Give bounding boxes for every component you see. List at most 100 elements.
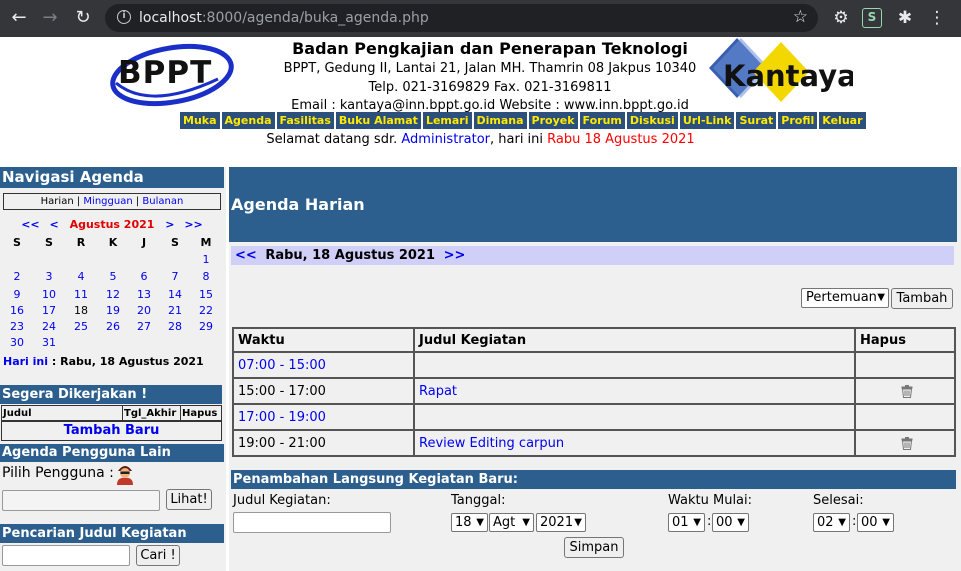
calendar-day[interactable]: 20 (128, 303, 160, 319)
calendar-day-link[interactable]: 19 (106, 304, 120, 317)
calendar-day[interactable]: 10 (33, 287, 65, 303)
bookmark-star-icon[interactable]: ☆ (793, 7, 808, 27)
forward-arrow-icon[interactable]: → (38, 6, 62, 30)
menu-item-profil[interactable]: Profil (778, 112, 818, 129)
trash-icon[interactable] (860, 436, 954, 450)
calendar-day[interactable]: 19 (97, 303, 129, 319)
search-button[interactable]: Cari ! (136, 545, 180, 566)
person-picker-icon[interactable] (115, 463, 135, 489)
calendar-day[interactable]: 17 (33, 303, 65, 319)
calendar-day-link[interactable]: 31 (42, 336, 56, 349)
menu-item-muka[interactable]: Muka (180, 112, 220, 129)
address-bar[interactable]: i localhost:8000/agenda/buka_agenda.php … (105, 4, 818, 32)
calendar-day-link[interactable]: 26 (106, 320, 120, 333)
calendar-day-link[interactable]: 20 (137, 304, 151, 317)
gear-extension-icon[interactable]: ⚙ (830, 7, 852, 29)
menu-item-dimana[interactable]: Dimana (473, 112, 527, 129)
next-day-link[interactable]: >> (444, 248, 466, 263)
search-title-input[interactable] (2, 545, 130, 566)
calendar-day-link[interactable]: 5 (110, 270, 117, 283)
menu-item-agenda[interactable]: Agenda (221, 112, 275, 129)
calendar-day[interactable]: 25 (65, 319, 97, 335)
start-hour-select[interactable]: 01 ▼ (668, 513, 705, 532)
menu-item-fasilitas[interactable]: Fasilitas (276, 112, 334, 129)
time-slot-link[interactable]: 07:00 - 15:00 (238, 358, 326, 373)
menu-item-lemari[interactable]: Lemari (422, 112, 472, 129)
prev-month-link[interactable]: < (50, 218, 59, 231)
calendar-day-link[interactable]: 10 (42, 288, 56, 301)
time-slot-link[interactable]: 17:00 - 19:00 (238, 410, 326, 425)
view-weekly-link[interactable]: Mingguan (83, 196, 132, 207)
calendar-day[interactable]: 5 (97, 269, 129, 285)
calendar-day-link[interactable]: 12 (106, 288, 120, 301)
next-month-link[interactable]: > (165, 218, 174, 231)
calendar-day-link[interactable]: 27 (137, 320, 151, 333)
menu-item-url-link[interactable]: Url-Link (679, 112, 735, 129)
calendar-day-link[interactable]: 29 (199, 320, 213, 333)
calendar-day[interactable]: 4 (65, 269, 97, 285)
calendar-day-link[interactable]: 9 (14, 288, 21, 301)
today-link[interactable]: Hari ini (3, 355, 48, 368)
calendar-day[interactable]: 13 (128, 287, 160, 303)
calendar-day[interactable]: 9 (1, 287, 33, 303)
row-time[interactable]: 07:00 - 15:00 (232, 351, 415, 379)
menu-item-forum[interactable]: Forum (579, 112, 625, 129)
menu-item-keluar[interactable]: Keluar (819, 112, 866, 129)
calendar-day-link[interactable]: 13 (137, 288, 151, 301)
kebab-menu-icon[interactable]: ⋮ (926, 7, 948, 29)
menu-item-diskusi[interactable]: Diskusi (626, 112, 678, 129)
reload-icon[interactable]: ↻ (71, 6, 95, 30)
year-select[interactable]: 2021 ▼ (536, 513, 586, 532)
next-year-link[interactable]: >> (184, 218, 202, 231)
calendar-day[interactable]: 27 (128, 319, 160, 335)
calendar-day-link[interactable]: 6 (141, 270, 148, 283)
url-text[interactable]: localhost:8000/agenda/buka_agenda.php (139, 9, 429, 27)
end-minute-select[interactable]: 00 ▼ (857, 513, 894, 532)
prev-year-link[interactable]: << (21, 218, 39, 231)
calendar-day-link[interactable]: 2 (14, 270, 21, 283)
activity-type-select[interactable]: Pertemuan ▼ (801, 288, 889, 308)
calendar-day[interactable]: 3 (33, 269, 65, 285)
calendar-day[interactable]: 24 (33, 319, 65, 335)
calendar-day-link[interactable]: 22 (199, 304, 213, 317)
calendar-day-link[interactable]: 17 (42, 304, 56, 317)
calendar-day-link[interactable]: 24 (42, 320, 56, 333)
calendar-day[interactable]: 22 (190, 303, 222, 319)
activity-title-input[interactable] (233, 512, 391, 533)
menu-item-proyek[interactable]: Proyek (528, 112, 578, 129)
day-select[interactable]: 18 ▼ (451, 513, 488, 532)
calendar-day[interactable]: 14 (159, 287, 191, 303)
welcome-user-link[interactable]: Administrator (401, 132, 490, 147)
calendar-day-link[interactable]: 28 (168, 320, 182, 333)
calendar-day[interactable]: 21 (159, 303, 191, 319)
end-hour-select[interactable]: 02 ▼ (813, 513, 850, 532)
calendar-day-link[interactable]: 25 (74, 320, 88, 333)
save-button[interactable]: Simpan (564, 537, 624, 558)
calendar-day-link[interactable]: 8 (203, 270, 210, 283)
add-button[interactable]: Tambah (891, 288, 953, 309)
calendar-day[interactable]: 11 (65, 287, 97, 303)
trash-icon[interactable] (860, 384, 954, 398)
month-select[interactable]: Agt ▼ (489, 513, 534, 532)
calendar-day[interactable]: 28 (159, 319, 191, 335)
calendar-day[interactable]: 7 (159, 269, 191, 285)
calendar-day-link[interactable]: 1 (203, 253, 210, 266)
calendar-day[interactable]: 8 (190, 269, 222, 285)
calendar-day-link[interactable]: 3 (46, 270, 53, 283)
menu-item-surat[interactable]: Surat (736, 112, 777, 129)
calendar-day[interactable]: 16 (1, 303, 33, 319)
back-arrow-icon[interactable]: ← (7, 6, 31, 30)
calendar-day[interactable]: 15 (190, 287, 222, 303)
view-user-button[interactable]: Lihat! (166, 489, 212, 510)
activity-link[interactable]: Rapat (419, 384, 457, 399)
add-new-link[interactable]: Tambah Baru (64, 423, 160, 438)
activity-link[interactable]: Review Editing carpun (419, 436, 564, 451)
calendar-day[interactable]: 26 (97, 319, 129, 335)
calendar-day[interactable]: 1 (190, 252, 222, 268)
info-icon[interactable]: i (117, 10, 131, 24)
row-time[interactable]: 17:00 - 19:00 (232, 403, 415, 431)
calendar-day-link[interactable]: 7 (172, 270, 179, 283)
calendar-day[interactable]: 29 (190, 319, 222, 335)
calendar-day[interactable]: 23 (1, 319, 33, 335)
calendar-day-link[interactable]: 21 (168, 304, 182, 317)
